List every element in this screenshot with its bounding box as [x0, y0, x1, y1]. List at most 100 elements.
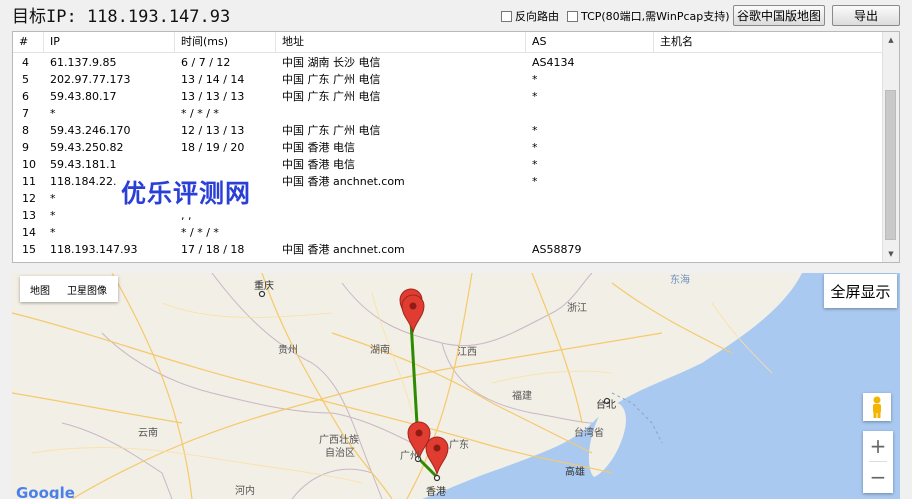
cell-ip: 59.43.181.1 [50, 158, 117, 171]
cell-address: 中国 香港 电信 [282, 158, 355, 171]
cell-address: 中国 香港 anchnet.com [282, 175, 405, 188]
table-row[interactable]: 4 61.137.9.85 6 / 7 / 12 中国 湖南 长沙 电信 AS4134 [13, 54, 885, 71]
table-row[interactable]: 10 59.43.181.1 中国 香港 电信 * [13, 156, 885, 173]
map-label: 台北 [596, 400, 616, 411]
cell-ip: * [50, 209, 56, 222]
cell-as: * [532, 90, 538, 103]
cell-number: 4 [22, 56, 29, 69]
route-map[interactable]: 重庆 贵州 湖南 江西 浙江 福建 台北 台湾省 高雄 云南 广西壮族 自治区 … [12, 273, 900, 499]
cell-number: 10 [22, 158, 36, 171]
cell-address: 中国 广东 广州 电信 [282, 73, 381, 86]
target-ip-label: 目标IP: 118.193.147.93 [12, 7, 231, 27]
map-label: 台湾省 [574, 428, 604, 439]
cell-time: * / * / * [181, 226, 219, 239]
map-type-map-button[interactable]: 地图 [30, 282, 50, 297]
cell-ip: 59.43.80.17 [50, 90, 117, 103]
map-label: 东海 [670, 275, 690, 286]
tcp-checkbox[interactable]: TCP(80端口,需WinPcap支持) [567, 8, 730, 24]
cell-time: 17 / 18 / 18 [181, 243, 245, 256]
column-header-as[interactable]: AS [526, 32, 654, 52]
cell-address: 中国 广东 广州 电信 [282, 124, 381, 137]
table-row[interactable]: 6 59.43.80.17 13 / 13 / 13 中国 广东 广州 电信 * [13, 88, 885, 105]
map-label: 自治区 [325, 448, 355, 459]
table-row[interactable]: 7 * * / * / * [13, 105, 885, 122]
cell-number: 15 [22, 243, 36, 256]
cell-number: 5 [22, 73, 29, 86]
google-china-map-button[interactable]: 谷歌中国版地图 [733, 5, 825, 26]
cell-as: * [532, 73, 538, 86]
cell-ip: * [50, 226, 56, 239]
map-label: 河内 [235, 486, 255, 497]
map-label: 贵州 [278, 345, 298, 356]
column-header-address[interactable]: 地址 [276, 32, 526, 52]
map-type-satellite-button[interactable]: 卫星图像 [67, 282, 107, 297]
cell-ip: 202.97.77.173 [50, 73, 131, 86]
column-header-time[interactable]: 时间(ms) [175, 32, 276, 52]
scrollbar-thumb[interactable] [885, 90, 896, 240]
vertical-scrollbar[interactable]: ▲ ▼ [882, 32, 899, 262]
cell-as: AS4134 [532, 56, 575, 69]
cell-number: 8 [22, 124, 29, 137]
cell-number: 9 [22, 141, 29, 154]
table-row[interactable]: 14 * * / * / * [13, 224, 885, 241]
cell-time: 12 / 13 / 13 [181, 124, 245, 137]
google-logo: Google [16, 484, 75, 499]
map-label: 湖南 [370, 345, 390, 356]
street-view-control[interactable] [863, 393, 891, 421]
cell-time: 13 / 14 / 14 [181, 73, 245, 86]
map-label: 广州 [400, 451, 420, 462]
cell-address: 中国 香港 电信 [282, 141, 355, 154]
cell-ip: 118.184.22. [50, 175, 117, 188]
cell-address: 中国 广东 广州 电信 [282, 90, 381, 103]
cell-address: 中国 香港 anchnet.com [282, 243, 405, 256]
fullscreen-button[interactable]: 全屏显示 [824, 274, 897, 308]
table-header: # IP 时间(ms) 地址 AS 主机名 [13, 32, 885, 53]
map-type-control: 地图 卫星图像 [20, 276, 118, 302]
map-label: 重庆 [254, 281, 274, 292]
map-canvas[interactable] [12, 273, 900, 499]
table-row[interactable]: 5 202.97.77.173 13 / 14 / 14 中国 广东 广州 电信 * [13, 71, 885, 88]
column-header-ip[interactable]: IP [44, 32, 175, 52]
scroll-up-icon[interactable]: ▲ [883, 32, 899, 48]
table-row[interactable]: 9 59.43.250.82 18 / 19 / 20 中国 香港 电信 * [13, 139, 885, 156]
cell-time: 6 / 7 / 12 [181, 56, 231, 69]
cell-number: 13 [22, 209, 36, 222]
route-table: # IP 时间(ms) 地址 AS 主机名 4 61.137.9.85 6 / 7 … [12, 31, 900, 263]
cell-number: 11 [22, 175, 36, 188]
table-row[interactable]: 8 59.43.246.170 12 / 13 / 13 中国 广东 广州 电信 * [13, 122, 885, 139]
toolbar: 目标IP: 118.193.147.93 反向路由 TCP(80端口,需WinP… [0, 0, 912, 30]
zoom-in-button[interactable]: + [863, 431, 893, 461]
column-header-number[interactable]: # [13, 32, 44, 52]
map-marker [401, 294, 425, 334]
reverse-route-label: 反向路由 [515, 10, 559, 23]
zoom-out-button[interactable]: − [863, 462, 893, 492]
cell-ip: 118.193.147.93 [50, 243, 138, 256]
city-dot [258, 290, 266, 298]
cell-time: 18 / 19 / 20 [181, 141, 245, 154]
cell-number: 7 [22, 107, 29, 120]
scroll-down-icon[interactable]: ▼ [883, 246, 899, 262]
cell-ip: * [50, 107, 56, 120]
export-button[interactable]: 导出 [832, 5, 900, 26]
map-label: 广东 [449, 440, 469, 451]
pegman-icon [873, 396, 881, 418]
reverse-route-checkbox[interactable]: 反向路由 [501, 8, 559, 24]
map-label: 云南 [138, 428, 158, 439]
checkbox-box[interactable] [501, 10, 512, 22]
table-row[interactable]: 15 118.193.147.93 17 / 18 / 18 中国 香港 anchne… [13, 241, 885, 258]
cell-number: 14 [22, 226, 36, 239]
city-dot [433, 474, 441, 482]
cell-time: 13 / 13 / 13 [181, 90, 245, 103]
checkbox-box[interactable] [567, 10, 578, 22]
column-header-hostname[interactable]: 主机名 [654, 32, 885, 52]
watermark-text: 优乐评测网 [121, 179, 252, 208]
cell-as: * [532, 175, 538, 188]
map-label: 浙江 [567, 303, 587, 314]
cell-as: * [532, 124, 538, 137]
cell-as: AS58879 [532, 243, 582, 256]
cell-as: * [532, 141, 538, 154]
map-label: 福建 [512, 391, 532, 402]
cell-number: 6 [22, 90, 29, 103]
cell-ip: 59.43.246.170 [50, 124, 131, 137]
cell-as: * [532, 158, 538, 171]
